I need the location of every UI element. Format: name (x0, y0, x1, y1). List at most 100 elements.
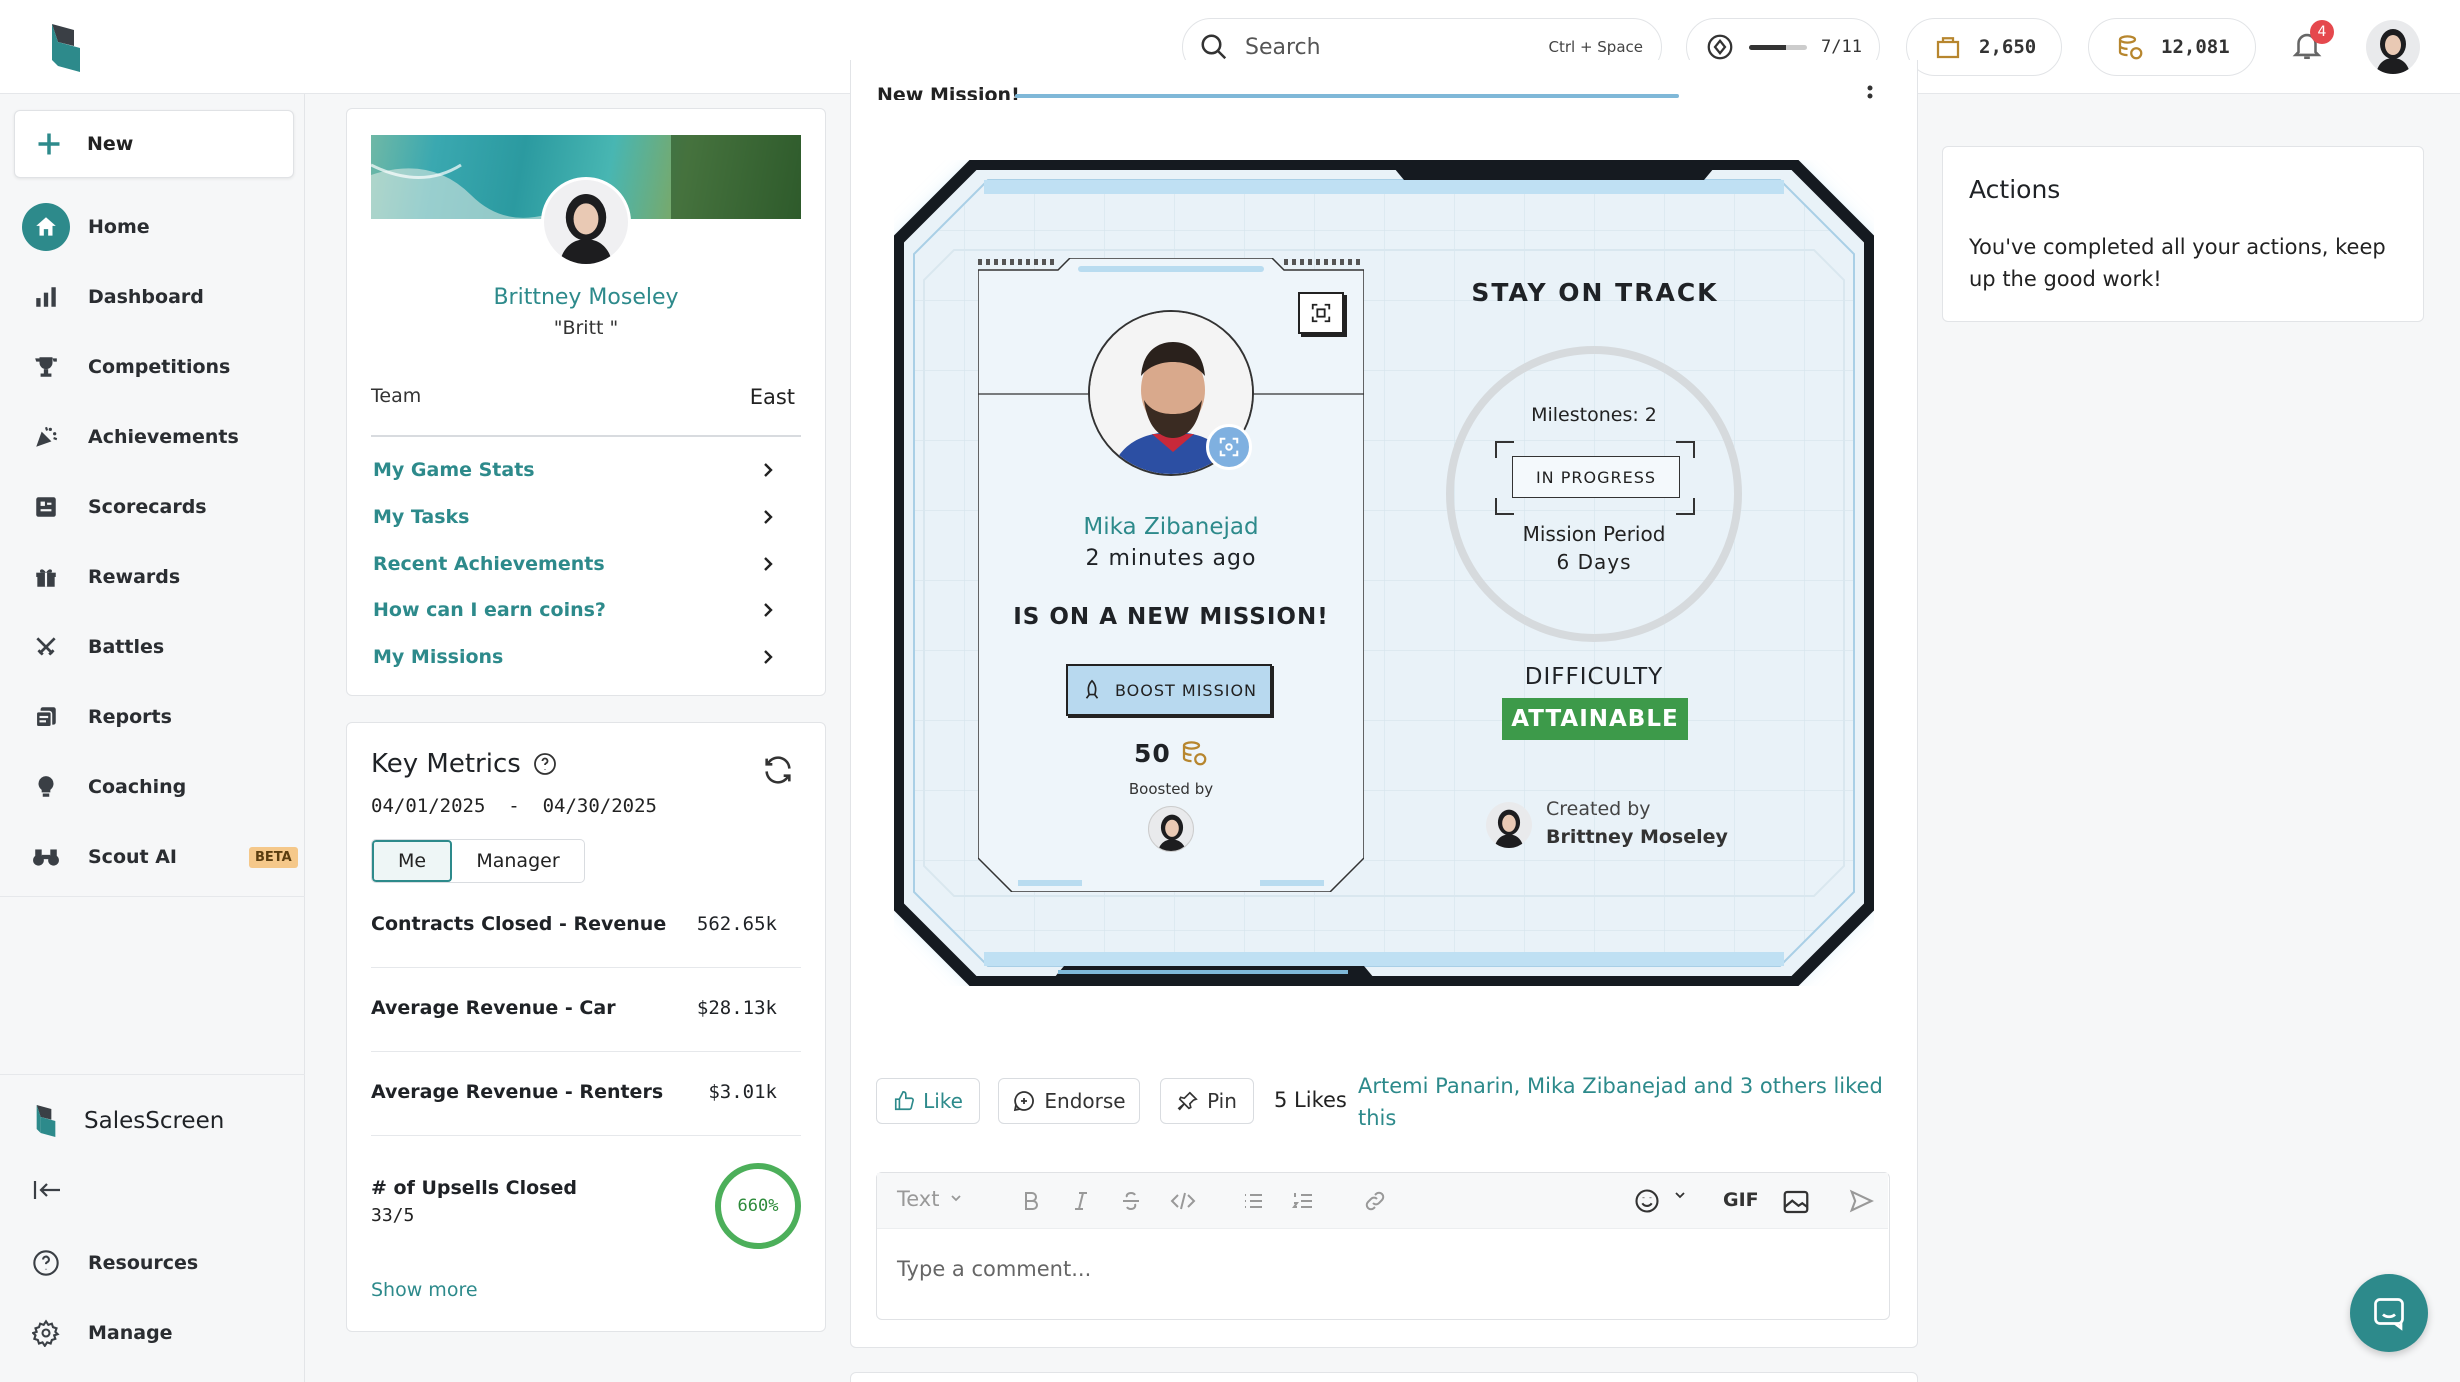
emoji-chevron-down-icon[interactable] (1673, 1189, 1687, 1203)
booster-avatar[interactable] (1148, 806, 1194, 852)
creator-avatar[interactable] (1486, 802, 1532, 848)
sidebar-item-competitions[interactable]: Competitions (22, 342, 230, 392)
player-name[interactable]: Mika Zibanejad (978, 514, 1364, 540)
likers-text[interactable]: Artemi Panarin, Mika Zibanejad and 3 oth… (1358, 1070, 1894, 1134)
text-format-dropdown[interactable]: Text (897, 1187, 963, 1211)
metric-row[interactable]: Average Revenue - Car $28.13k (371, 997, 777, 1019)
italic-icon[interactable] (1069, 1189, 1093, 1213)
created-by-label: Created by (1546, 798, 1651, 820)
user-avatar[interactable] (2366, 20, 2420, 74)
link-icon[interactable] (1363, 1189, 1387, 1213)
code-icon[interactable] (1169, 1189, 1197, 1213)
sidebar-item-label: Scorecards (88, 496, 207, 518)
link-my-tasks[interactable]: My Tasks (373, 494, 775, 540)
upsells-metric[interactable]: # of Upsells Closed 33/5 (371, 1177, 577, 1226)
chevron-right-icon (761, 461, 775, 479)
sidebar-item-label: Battles (88, 636, 165, 658)
upsell-percent: 660% (737, 1196, 779, 1216)
mission-header-bar (1015, 94, 1679, 98)
sidebar-item-scout-ai[interactable]: Scout AI BETA (22, 832, 298, 882)
wallet-coins[interactable]: 12,081 (2088, 18, 2256, 76)
refresh-button[interactable] (761, 753, 795, 787)
link-label: My Missions (373, 646, 504, 668)
profile-name[interactable]: Brittney Moseley (347, 285, 825, 310)
confetti-icon (22, 413, 70, 461)
boost-mission-button[interactable]: BOOST MISSION (1066, 664, 1272, 716)
send-icon[interactable] (1847, 1187, 1875, 1215)
scorecard-icon (22, 483, 70, 531)
likes-count[interactable]: 5 Likes (1274, 1088, 1347, 1112)
metric-divider (371, 1051, 801, 1052)
coins-icon (1179, 738, 1209, 768)
metric-label: Average Revenue - Renters (371, 1081, 664, 1103)
like-button[interactable]: Like (876, 1078, 980, 1124)
chevron-right-icon (761, 601, 775, 619)
strikethrough-icon[interactable] (1119, 1189, 1143, 1213)
sidebar-item-rewards[interactable]: Rewards (22, 552, 180, 602)
actions-message: You've completed all your actions, keep … (1969, 235, 2386, 291)
sidebar-item-scorecards[interactable]: Scorecards (22, 482, 207, 532)
toggle-me[interactable]: Me (372, 840, 452, 882)
endorse-button[interactable]: Endorse (998, 1078, 1140, 1124)
bold-icon[interactable] (1019, 1189, 1043, 1213)
link-label: My Tasks (373, 506, 470, 528)
home-icon (22, 203, 70, 251)
collapse-left-icon (32, 1178, 62, 1202)
search-shortcut: Ctrl + Space (1548, 38, 1643, 56)
link-my-missions[interactable]: My Missions (373, 634, 775, 680)
sidebar-item-reports[interactable]: Reports (22, 692, 172, 742)
profile-avatar[interactable] (541, 177, 631, 267)
scan-icon (1218, 436, 1240, 458)
image-icon[interactable] (1781, 1187, 1811, 1217)
bag-coins[interactable]: 2,650 (1906, 18, 2062, 76)
actions-card: Actions You've completed all your action… (1942, 146, 2424, 322)
metric-label: Contracts Closed - Revenue (371, 913, 667, 935)
actions-title: Actions (1969, 175, 2061, 204)
bullet-list-icon[interactable] (1241, 1189, 1265, 1213)
help-circle-icon[interactable] (533, 752, 557, 776)
sidebar-item-home[interactable]: Home (22, 202, 150, 252)
new-button[interactable]: New (14, 110, 294, 178)
sidebar-item-label: Reports (88, 706, 172, 728)
link-recent-achievements[interactable]: Recent Achievements (373, 541, 775, 587)
profile-divider (371, 435, 801, 437)
emoji-icon[interactable] (1633, 1187, 1661, 1215)
profile-card: Brittney Moseley "Britt " Team East My G… (346, 108, 826, 696)
sidebar-item-coaching[interactable]: Coaching (22, 762, 186, 812)
thumbs-up-icon (893, 1090, 915, 1112)
created-by-name[interactable]: Brittney Moseley (1546, 826, 1728, 848)
link-earn-coins[interactable]: How can I earn coins? (373, 587, 775, 633)
pin-button[interactable]: Pin (1160, 1078, 1254, 1124)
notifications-button[interactable]: 4 (2290, 20, 2334, 68)
comment-input[interactable]: Type a comment... (897, 1257, 1857, 1281)
link-my-game-stats[interactable]: My Game Stats (373, 447, 775, 493)
toggle-manager[interactable]: Manager (452, 840, 584, 882)
show-more-link[interactable]: Show more (371, 1279, 478, 1301)
gif-button[interactable]: GIF (1723, 1189, 1759, 1211)
gift-icon (22, 553, 70, 601)
search-input[interactable]: Search (1245, 35, 1548, 60)
expand-button[interactable] (1298, 292, 1344, 334)
metric-row[interactable]: Average Revenue - Renters $3.01k (371, 1081, 777, 1103)
numbered-list-icon[interactable] (1291, 1189, 1315, 1213)
chat-launcher-button[interactable] (2350, 1274, 2428, 1352)
metric-row[interactable]: Contracts Closed - Revenue 562.65k (371, 913, 777, 935)
metrics-title-text: Key Metrics (371, 749, 521, 779)
boosted-by-label: Boosted by (1128, 780, 1214, 798)
metric-value: $28.13k (696, 997, 777, 1019)
sidebar-item-dashboard[interactable]: Dashboard (22, 272, 204, 322)
metric-sub-value: 33/5 (371, 1205, 415, 1226)
chat-icon (2371, 1295, 2407, 1331)
collapse-sidebar-button[interactable] (32, 1178, 62, 1202)
sidebar-item-manage[interactable]: Manage (22, 1308, 173, 1358)
metric-divider (371, 1135, 801, 1136)
sidebar-item-battles[interactable]: Battles (22, 622, 164, 672)
sidebar-item-achievements[interactable]: Achievements (22, 412, 239, 462)
more-options-button[interactable] (1865, 84, 1875, 108)
coins-icon (2115, 32, 2145, 62)
sidebar-item-label: Dashboard (88, 286, 204, 308)
app-logo[interactable] (48, 20, 84, 76)
sidebar-item-resources[interactable]: Resources (22, 1238, 198, 1288)
metrics-date-range[interactable]: 04/01/2025 - 04/30/2025 (371, 795, 657, 817)
team-value: East (749, 385, 795, 409)
